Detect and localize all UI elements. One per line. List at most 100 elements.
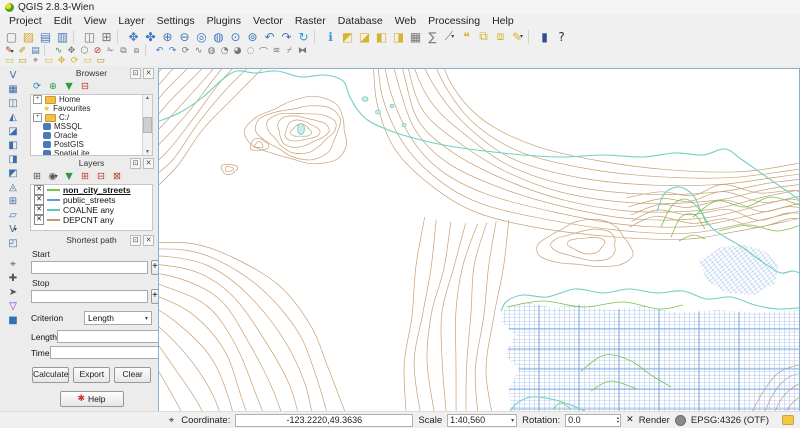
- move-label-button[interactable]: ✥: [55, 56, 68, 66]
- open-project-button[interactable]: ▨: [20, 28, 37, 45]
- current-edits-button[interactable]: ✎▾: [3, 46, 16, 56]
- pan-to-selection-button[interactable]: ✤: [142, 28, 159, 45]
- menu-item-database[interactable]: Database: [332, 15, 389, 27]
- offset-curve-button[interactable]: ≋: [270, 46, 283, 56]
- time-input[interactable]: [50, 346, 167, 359]
- coordinate-input[interactable]: -123.2220,49.3636: [235, 414, 413, 427]
- menu-item-view[interactable]: View: [78, 15, 113, 27]
- crs-label[interactable]: EPSG:4326 (OTF): [691, 415, 769, 426]
- menu-item-vector[interactable]: Vector: [247, 15, 289, 27]
- menu-item-raster[interactable]: Raster: [289, 15, 332, 27]
- browser-item-c-[interactable]: +C:/: [31, 113, 152, 122]
- add-part-button[interactable]: ◔: [218, 46, 231, 56]
- reshape-features-button[interactable]: ⌒: [257, 46, 270, 56]
- delete-selected-button[interactable]: ⊘: [91, 46, 104, 56]
- scroll-thumb[interactable]: [143, 117, 152, 133]
- browser-item-postgis[interactable]: PostGIS: [31, 140, 152, 149]
- manage-visibility-icon[interactable]: ◉▾: [47, 170, 59, 182]
- add-layer-definition-button[interactable]: V▾: [3, 222, 23, 236]
- add-feature-button[interactable]: ∿: [52, 46, 65, 56]
- save-project-button[interactable]: ▤: [37, 28, 54, 45]
- node-tool-button[interactable]: ⬡: [78, 46, 91, 56]
- expand-all-icon[interactable]: ⊞: [79, 170, 91, 182]
- menu-item-plugins[interactable]: Plugins: [201, 15, 247, 27]
- add-wfs-layer-button[interactable]: ◬: [3, 180, 23, 194]
- deselect-all-button[interactable]: ◧: [373, 28, 390, 45]
- map-tips-button[interactable]: ❝: [458, 28, 475, 45]
- delete-ring-button[interactable]: ◌: [244, 46, 257, 56]
- coordinate-capture-button[interactable]: ⌖: [3, 257, 23, 271]
- attribute-table-button[interactable]: ▦: [407, 28, 424, 45]
- identify-features-button[interactable]: ℹ: [322, 28, 339, 45]
- menu-item-web[interactable]: Web: [389, 15, 422, 27]
- menu-item-settings[interactable]: Settings: [151, 15, 201, 27]
- export-button[interactable]: Export: [73, 367, 110, 383]
- pin-labels-button[interactable]: ⌖: [29, 56, 42, 66]
- whats-this-button[interactable]: ?: [553, 28, 570, 45]
- stop-input[interactable]: [31, 290, 148, 303]
- crs-status-icon[interactable]: [675, 415, 686, 426]
- log-messages-button[interactable]: ▮: [536, 28, 553, 45]
- show-bookmarks-button[interactable]: ⧈: [492, 28, 509, 45]
- add-raster-layer-button[interactable]: ▦: [3, 82, 23, 96]
- coordinate-capture-icon[interactable]: ⌖: [169, 415, 175, 426]
- save-layer-edits-button[interactable]: ▤: [29, 46, 42, 56]
- add-oracle-layer-button[interactable]: ◧: [3, 138, 23, 152]
- highlight-labels-button[interactable]: ▭: [42, 56, 55, 66]
- menu-item-help[interactable]: Help: [486, 15, 520, 27]
- layer-visibility-checkbox[interactable]: ✕: [34, 195, 44, 205]
- copy-features-button[interactable]: ⧉: [117, 46, 130, 56]
- add-ring-button[interactable]: ◍: [205, 46, 218, 56]
- composer-manager-button[interactable]: ⊞: [98, 28, 115, 45]
- spin-down-icon[interactable]: ▾: [617, 420, 619, 425]
- criterion-select[interactable]: Length ▾: [84, 311, 152, 325]
- new-shapefile-button[interactable]: ▱: [3, 208, 23, 222]
- browser-close-button[interactable]: ✕: [143, 68, 154, 79]
- expander-icon[interactable]: +: [33, 113, 42, 122]
- browser-item-oracle[interactable]: Oracle: [31, 131, 152, 140]
- browser-refresh-icon[interactable]: ⟳: [31, 80, 43, 92]
- text-annotation-button[interactable]: ✎▾: [509, 28, 526, 45]
- zoom-full-button[interactable]: ◍: [210, 28, 227, 45]
- collapse-all-icon[interactable]: ⊟: [95, 170, 107, 182]
- split-features-button[interactable]: ⌿: [283, 46, 296, 56]
- add-delimited-text-button[interactable]: ⊞: [3, 194, 23, 208]
- menu-item-layer[interactable]: Layer: [112, 15, 150, 27]
- layer-visibility-checkbox[interactable]: ✕: [34, 215, 44, 225]
- scale-select[interactable]: 1:40,560 ▾: [447, 414, 517, 427]
- scroll-down-icon[interactable]: ▼: [145, 149, 150, 155]
- rotate-feature-button[interactable]: ⟳: [179, 46, 192, 56]
- cut-features-button[interactable]: ✁: [104, 46, 117, 56]
- python-console-button[interactable]: ■: [3, 313, 23, 327]
- layers-float-button[interactable]: ⊡: [130, 158, 141, 169]
- layer-row-public-streets[interactable]: ✕public_streets: [31, 195, 152, 205]
- browser-collapse-all-icon[interactable]: ⊟: [79, 80, 91, 92]
- paste-features-button[interactable]: ⧈: [130, 46, 143, 56]
- layer-labeling-button[interactable]: ▭: [3, 56, 16, 66]
- zoom-to-selection-button[interactable]: ⊙: [227, 28, 244, 45]
- zoom-last-button[interactable]: ↶: [261, 28, 278, 45]
- new-composer-button[interactable]: ◫: [81, 28, 98, 45]
- gps-tools-button[interactable]: ➤: [3, 285, 23, 299]
- layer-row-non-city-streets[interactable]: ✕non_city_streets: [31, 185, 152, 195]
- move-feature-button[interactable]: ✥: [65, 46, 78, 56]
- zoom-actual-size-button[interactable]: ◎: [193, 28, 210, 45]
- length-input[interactable]: [57, 330, 174, 343]
- layers-close-button[interactable]: ✕: [143, 158, 154, 169]
- add-oracle-georaster-button[interactable]: ◰: [3, 236, 23, 250]
- filter-legend-icon[interactable]: ▼: [63, 170, 75, 182]
- map-canvas[interactable]: [158, 68, 800, 414]
- expander-icon[interactable]: +: [33, 95, 42, 104]
- shortest-path-float-button[interactable]: ⊡: [130, 235, 141, 246]
- save-project-as-button[interactable]: ▥: [54, 28, 71, 45]
- simplify-feature-button[interactable]: ∿: [192, 46, 205, 56]
- undo-button[interactable]: ↶: [153, 46, 166, 56]
- scroll-up-icon[interactable]: ▲: [145, 95, 150, 101]
- browser-item-mssql[interactable]: MSSQL: [31, 122, 152, 131]
- spatial-query-button[interactable]: ✚: [3, 271, 23, 285]
- layer-visibility-checkbox[interactable]: ✕: [34, 205, 44, 215]
- rotation-spinner[interactable]: 0.0 ▴ ▾: [565, 414, 621, 427]
- browser-filter-icon[interactable]: ▼: [63, 80, 75, 92]
- zoom-out-button[interactable]: ⊖: [176, 28, 193, 45]
- menu-item-edit[interactable]: Edit: [48, 15, 78, 27]
